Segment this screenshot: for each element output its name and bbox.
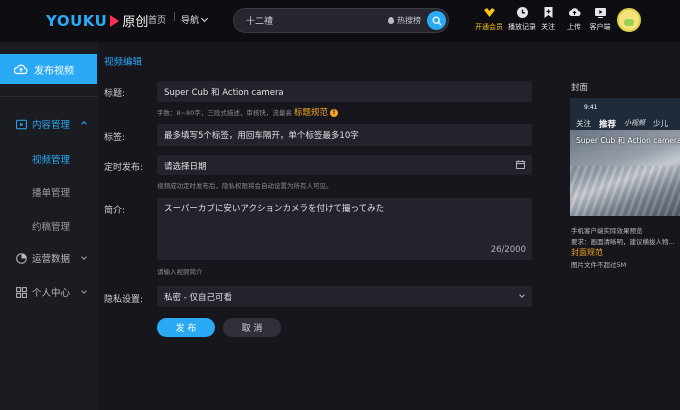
play-icon	[110, 14, 120, 27]
preview-time: 9:41	[584, 104, 598, 111]
chevron-down-icon	[519, 292, 525, 298]
nav-menu-button[interactable]: 导航	[181, 13, 209, 26]
intro-value: スーパーカブに安いアクションカメラを付けて撮ってみた	[164, 204, 385, 214]
title-input[interactable]: Super Cub 和 Action camera	[157, 81, 532, 102]
nav-menu-label: 导航	[181, 16, 200, 26]
title-hint: 字数：8~80字，三段式描述，审核快，流量高 标题规范!	[157, 106, 338, 118]
search-button[interactable]	[427, 11, 446, 30]
schedule-hint: 视频成功定时发布后，隐私权限将会自动设置为所有人可见。	[157, 182, 333, 190]
publish-button[interactable]: 发 布	[157, 318, 215, 337]
cover-note-preview: 手机客户端实际效果预览	[571, 227, 643, 235]
nav-divider: |	[173, 12, 177, 22]
flame-icon	[388, 17, 394, 24]
search-input[interactable]	[246, 9, 386, 32]
follow-label: 关注	[541, 23, 555, 31]
upload-icon	[568, 8, 581, 17]
preview-tab-active: 推荐	[599, 120, 617, 130]
chevron-down-icon	[200, 14, 209, 23]
cover-note-size: 图片文件不超过5M	[571, 261, 627, 269]
cover-title: 封面	[571, 83, 589, 93]
preview-tab: 少儿	[653, 119, 669, 128]
tags-label: 标签:	[104, 133, 126, 143]
preview-tabs: 关注 推荐 小视频 少儿	[576, 118, 668, 130]
nav-home-link[interactable]: 首页	[148, 13, 166, 26]
intro-label: 简介:	[104, 206, 126, 216]
title-rule-link[interactable]: 标题规范	[294, 108, 328, 118]
sidebar-item-label: 个人中心	[32, 288, 71, 299]
chevron-down-icon	[81, 254, 87, 260]
page-title: 视频编辑	[104, 57, 143, 68]
hot-search-link[interactable]: 热搜榜	[388, 15, 421, 26]
title-label: 标题:	[104, 89, 126, 99]
bookmark-icon	[544, 7, 552, 18]
preview-tab: 关注	[576, 119, 591, 128]
sidebar-item-draft-manage[interactable]: 约稿管理	[32, 219, 70, 233]
hot-search-label: 热搜榜	[397, 16, 421, 25]
calendar-icon	[516, 160, 525, 169]
cover-rule-link[interactable]: 封面规范	[571, 247, 603, 258]
privacy-select[interactable]: 私密 - 仅自己可看	[157, 286, 532, 307]
client-label: 客户端	[589, 23, 611, 31]
cover-note-requirement: 要求：画面清晰明，建议横拔人物...	[571, 238, 675, 246]
sidebar-item-content[interactable]: 内容管理	[0, 113, 98, 135]
logo-sub: 原创	[122, 15, 149, 30]
schedule-label: 定时发布:	[104, 163, 144, 173]
logo-text: YOUKU	[46, 11, 108, 30]
youku-logo[interactable]: YOUKU 原创	[46, 11, 149, 31]
info-icon[interactable]: !	[329, 109, 338, 117]
title-value: Super Cub 和 Action camera	[164, 88, 284, 98]
upload-label: 上传	[567, 23, 581, 31]
privacy-label: 隐私设置:	[104, 295, 144, 305]
schedule-placeholder: 请选择日期	[164, 162, 207, 172]
vip-icon	[483, 8, 495, 17]
tags-placeholder: 最多填写5个标签，用回车隔开，单个标签最多10字	[164, 131, 359, 141]
chevron-down-icon	[81, 288, 87, 294]
schedule-date-picker[interactable]: 请选择日期	[157, 155, 532, 175]
avatar[interactable]	[617, 8, 641, 32]
intro-textarea[interactable]: スーパーカブに安いアクションカメラを付けて撮ってみた 26/2000	[157, 198, 532, 260]
tv-icon	[594, 8, 606, 18]
sidebar-item-label: 运营数据	[32, 254, 71, 265]
intro-counter: 26/2000	[490, 245, 526, 255]
content-icon	[16, 119, 27, 129]
history-icon	[516, 7, 528, 18]
vip-button[interactable]: 开通会员	[471, 6, 507, 32]
client-button[interactable]: 客户端	[582, 6, 618, 32]
cancel-button[interactable]: 取 消	[223, 318, 281, 337]
publish-video-button[interactable]: 发布视频	[0, 54, 97, 84]
tags-input[interactable]: 最多填写5个标签，用回车隔开，单个标签最多10字	[157, 124, 532, 146]
sidebar-item-personal[interactable]: 个人中心	[0, 281, 98, 303]
publish-video-label: 发布视频	[34, 65, 74, 77]
intro-hint: 请输入视频简介	[157, 268, 203, 276]
search-bar: 热搜榜	[233, 8, 449, 33]
sidebar-item-video-manage[interactable]: 视频管理	[32, 152, 70, 166]
privacy-value: 私密 - 仅自己可看	[164, 293, 232, 303]
chevron-up-icon	[81, 121, 87, 127]
cover-preview[interactable]: 9:41 关注 推荐 小视频 少儿 Super Cub 和 Action cam…	[570, 98, 680, 216]
vip-label: 开通会员	[475, 23, 503, 31]
sidebar-item-ops-data[interactable]: 运营数据	[0, 247, 98, 269]
search-icon	[432, 16, 441, 25]
top-bar: YOUKU 原创 首页 | 导航 热搜榜 开通会员 播放记录 关注 上传 客户端	[0, 0, 680, 42]
sidebar-divider	[0, 96, 98, 97]
preview-tab: 小视频	[624, 119, 646, 127]
pie-chart-icon	[16, 252, 27, 264]
title-hint-text: 字数：8~80字，三段式描述，审核快，流量高	[157, 109, 292, 117]
preview-caption: Super Cub 和 Action camera	[576, 136, 680, 145]
sidebar-item-playlist-manage[interactable]: 播单管理	[32, 185, 70, 199]
sidebar-item-label: 内容管理	[32, 120, 71, 131]
cloud-upload-icon	[14, 64, 28, 75]
grid-icon	[16, 286, 27, 298]
sidebar: 发布视频 内容管理 视频管理 播单管理 约稿管理 运营数据 个人中心	[0, 42, 98, 410]
